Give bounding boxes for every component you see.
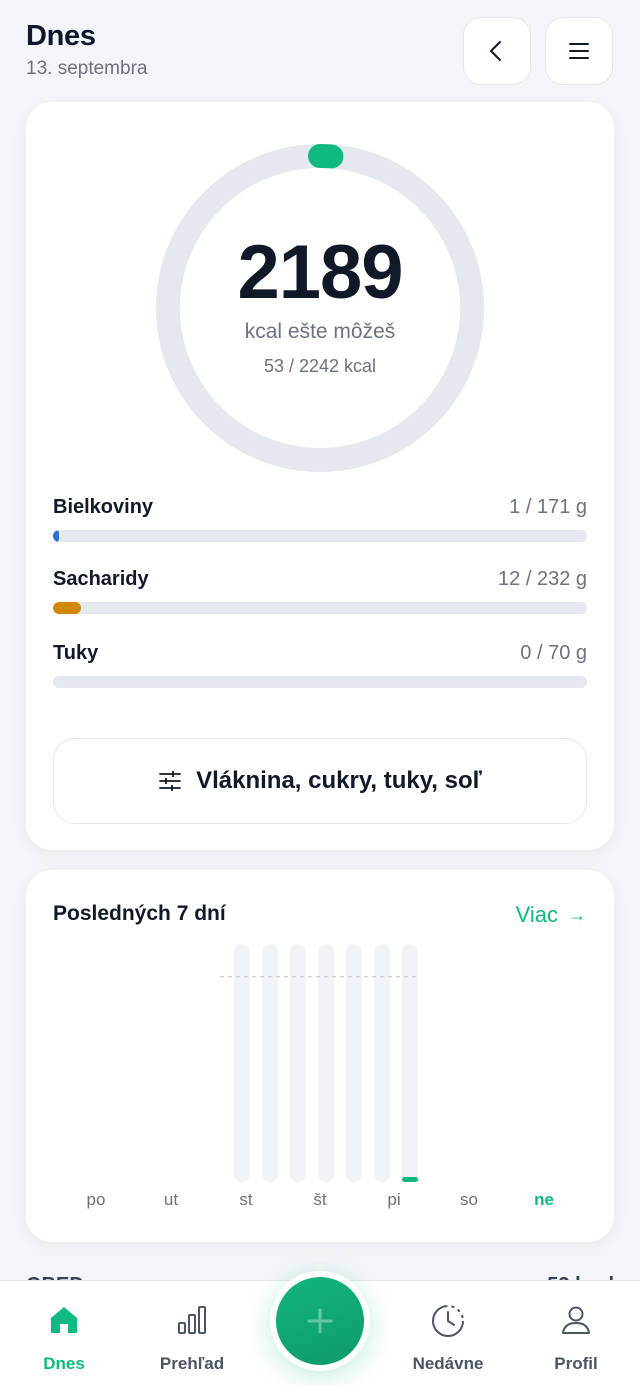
day-label-pi: pi <box>387 1190 401 1209</box>
today-summary-card: 2189 kcal ešte môžeš 53 / 2242 kcal Biel… <box>26 102 614 850</box>
add-food-button[interactable] <box>276 1277 364 1365</box>
nutrient-details-label: Vláknina, cukry, tuky, soľ <box>196 767 482 794</box>
day-label-so: so <box>460 1190 478 1209</box>
remaining-label: kcal ešte môžeš <box>244 320 396 343</box>
macro-track <box>53 602 587 614</box>
macro-name: Bielkoviny <box>53 496 154 518</box>
remaining-calories: 2189 <box>237 230 403 315</box>
menu-button[interactable] <box>545 17 613 85</box>
macro-fill <box>53 530 59 542</box>
macro-track <box>53 530 587 542</box>
header: Dnes 13. septembra <box>0 0 640 100</box>
day-label-po: po <box>86 1190 106 1209</box>
page-title: Dnes <box>26 20 96 52</box>
bar-track <box>262 944 278 1182</box>
day-label-st: st <box>239 1190 253 1209</box>
macro-fill <box>53 602 81 614</box>
bar-chart-icon <box>178 1306 206 1334</box>
nav-item-overview[interactable]: Prehľad <box>128 1281 256 1385</box>
bar-track <box>234 944 250 1182</box>
nav-label: Nedávne <box>412 1354 484 1373</box>
macro-value: 1 / 171 g <box>509 496 587 518</box>
macro-name: Tuky <box>53 642 99 664</box>
page-date: 13. septembra <box>26 58 148 79</box>
day-label-št: št <box>313 1190 327 1209</box>
nav-label: Dnes <box>43 1354 85 1373</box>
week-chart <box>220 944 418 1182</box>
macro-protein: Bielkoviny 1 / 171 g <box>53 496 587 556</box>
back-button[interactable] <box>463 17 531 85</box>
nutrient-details-button[interactable]: Vláknina, cukry, tuky, soľ <box>53 738 587 824</box>
nav-label: Profil <box>554 1354 598 1373</box>
week-card: Posledných 7 dní Viac → po ut st št pi so ne <box>26 870 614 1242</box>
plus-icon <box>307 1308 333 1334</box>
nav-label: Prehľad <box>159 1354 225 1373</box>
macro-track <box>53 676 587 688</box>
macro-name: Sacharidy <box>53 568 149 590</box>
day-label-ne: ne <box>534 1190 554 1209</box>
bar-track <box>346 944 362 1182</box>
sliders-icon <box>159 771 181 791</box>
menu-icon <box>569 43 589 59</box>
consumed-label: 53 / 2242 kcal <box>263 356 377 376</box>
macro-value: 0 / 70 g <box>520 642 587 664</box>
nav-item-today[interactable]: Dnes <box>0 1281 128 1385</box>
chevron-left-icon <box>490 41 501 61</box>
bar-track <box>402 944 418 1182</box>
clock-icon <box>432 1305 464 1337</box>
user-icon <box>562 1306 590 1334</box>
day-label-ut: ut <box>163 1190 179 1209</box>
nav-item-profile[interactable]: Profil <box>512 1281 640 1385</box>
add-food-button-ring <box>270 1271 370 1371</box>
nav-item-recent[interactable]: Nedávne <box>384 1281 512 1385</box>
macro-value: 12 / 232 g <box>498 568 587 590</box>
bottom-nav: Dnes Prehľad Nedávne Profil <box>0 1271 640 1385</box>
bar-ne <box>402 1177 418 1182</box>
home-icon <box>51 1307 77 1333</box>
macro-carbs: Sacharidy 12 / 232 g <box>53 568 587 628</box>
bar-track <box>318 944 334 1182</box>
bar-track <box>374 944 390 1182</box>
bar-track <box>290 944 306 1182</box>
macro-fat: Tuky 0 / 70 g <box>53 642 587 702</box>
